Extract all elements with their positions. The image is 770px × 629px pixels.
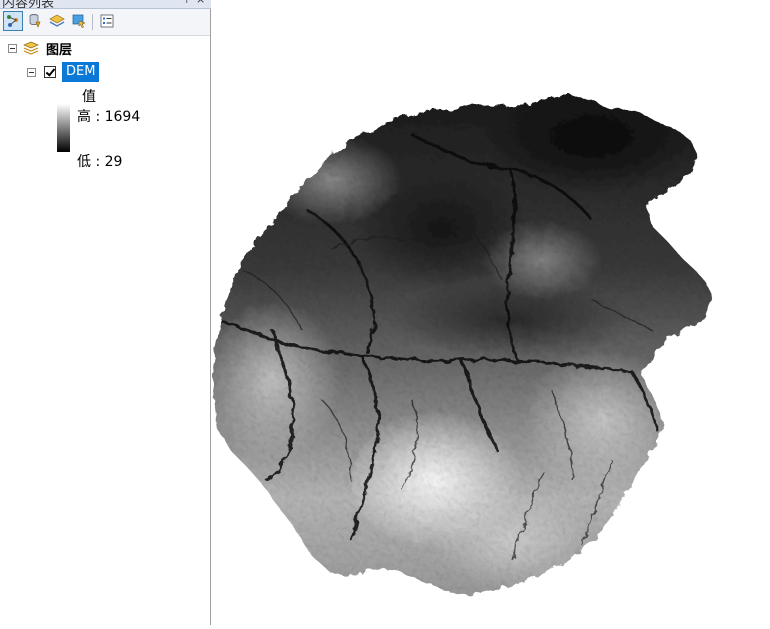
list-by-drawing-order-button[interactable] [3,11,23,31]
options-icon [100,14,114,28]
list-by-visibility-button[interactable] [47,11,67,31]
table-of-contents-panel: 内容列表 ⊤ × [0,0,211,625]
pin-icon[interactable]: ⊤ [182,0,192,6]
list-by-source-button[interactable] [25,11,45,31]
list-by-selection-button[interactable] [69,11,89,31]
dem-raster[interactable] [212,0,770,625]
legend-field-label: 值 [82,89,96,105]
toolbar-separator [92,14,93,30]
list-by-drawing-order-icon [7,15,18,27]
grayscale-ramp-swatch [57,104,70,152]
toc-toolbar [0,9,210,36]
list-by-selection-icon [72,14,86,28]
collapse-dem-icon[interactable] [27,67,36,77]
map-view[interactable] [212,0,770,625]
layers-group-label: 图层 [46,42,73,58]
legend-low-label: 低 : 29 [77,154,123,170]
layers-icon [23,41,39,55]
close-icon[interactable]: × [196,0,205,6]
options-button[interactable] [97,11,117,31]
toc-title: 内容列表 [2,0,55,9]
legend-high-label: 高 : 1694 [77,109,141,125]
toc-titlebar[interactable]: 内容列表 ⊤ × [0,0,211,9]
dem-layer-label[interactable]: DEM [62,62,100,82]
list-by-visibility-icon [49,14,65,27]
layers-group-row[interactable]: 图层 [8,38,72,58]
list-by-source-icon [29,14,41,28]
collapse-layers-icon[interactable] [8,43,17,53]
dem-visibility-checkbox[interactable] [44,66,56,78]
dem-layer-row[interactable]: DEM [27,62,100,82]
